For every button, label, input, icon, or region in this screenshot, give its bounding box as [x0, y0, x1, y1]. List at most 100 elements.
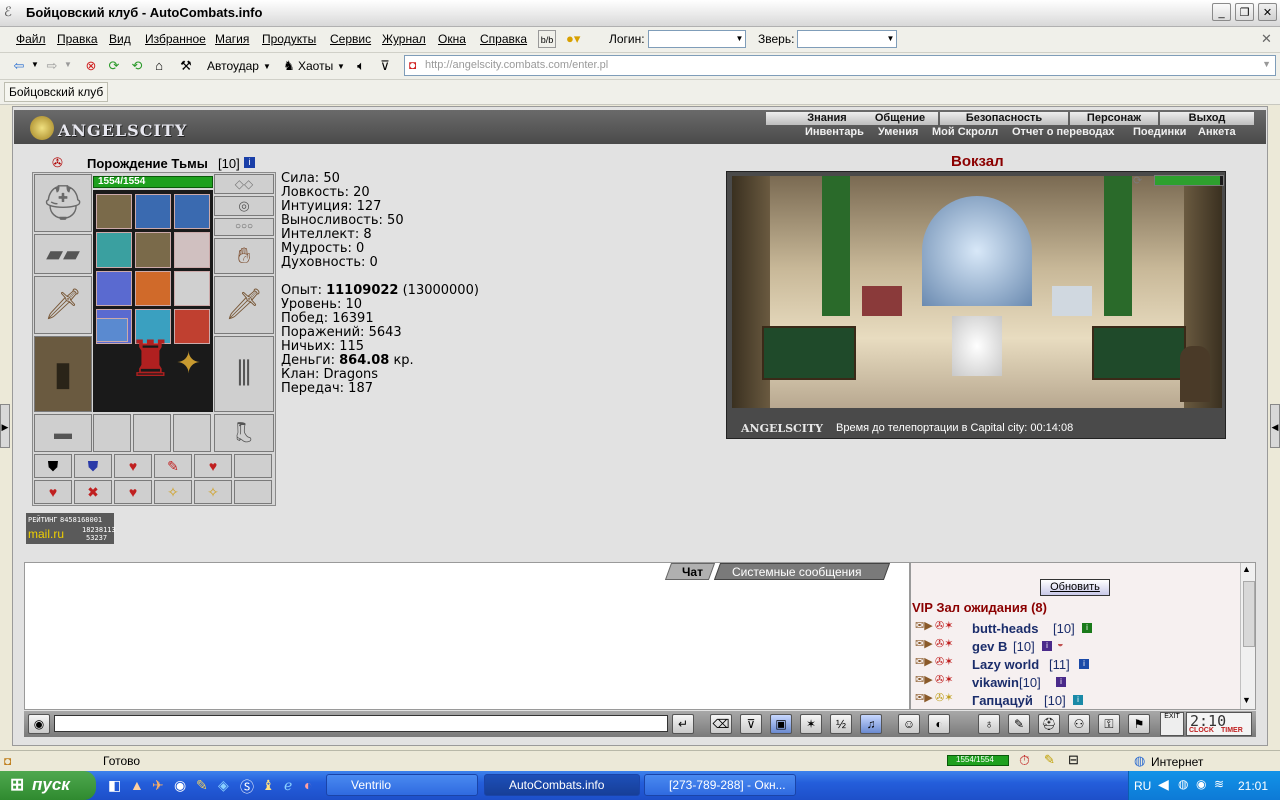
info-icon[interactable]: i — [1042, 641, 1052, 651]
quicklaunch-icon[interactable]: ▲ — [130, 777, 144, 793]
right-panel-toggle-icon[interactable]: ◀ — [1270, 404, 1280, 448]
nav-inventory[interactable]: Инвентарь — [805, 126, 864, 138]
scroll-up-icon[interactable]: ▲ — [1242, 564, 1251, 574]
eraser-icon[interactable]: ⌫ — [710, 714, 732, 734]
nav-character[interactable]: Персонаж — [1070, 112, 1158, 125]
refresh-icon[interactable]: ⟳ — [105, 57, 123, 75]
menu-edit[interactable]: Правка — [57, 32, 98, 46]
quicklaunch-icon[interactable]: ✈ — [152, 777, 164, 794]
forward-icon[interactable]: ⇨ — [43, 57, 61, 75]
chevron-down-icon[interactable]: ▼ — [263, 62, 271, 71]
refresh-frame-icon[interactable]: ⟲ — [128, 57, 146, 75]
network-icon[interactable]: ⊟ — [1068, 752, 1079, 768]
minimize-button[interactable]: _ — [1212, 3, 1231, 21]
filter-icon[interactable]: ⊽ — [740, 714, 762, 734]
empty-slot[interactable] — [234, 480, 272, 504]
location-image[interactable] — [732, 176, 1222, 408]
smiley-icon[interactable]: ☺ — [898, 714, 920, 734]
task-autocombats[interactable]: AutoCombats.info — [484, 774, 640, 796]
task-ventrilo[interactable]: Ventrilo — [326, 774, 478, 796]
cross-icon[interactable]: ✖ — [74, 480, 112, 504]
menu-products[interactable]: Продукты — [262, 32, 316, 46]
rings-slot[interactable]: ○○○ — [214, 218, 274, 236]
helmet-slot[interactable]: ⛑ — [34, 174, 92, 232]
quicklaunch-icon[interactable]: ◈ — [218, 777, 229, 794]
refresh-location-icon[interactable]: ⟳ — [1133, 174, 1142, 187]
music-icon[interactable]: ♫ — [860, 714, 882, 734]
chevron-down-icon[interactable]: ▼ — [1262, 59, 1271, 69]
heart-icon[interactable]: ♥ — [194, 454, 232, 478]
heart-icon[interactable]: ♥ — [114, 480, 152, 504]
rating-counter[interactable]: РЕЙТИНГ 8458168001 mail.ru 18238113 5323… — [26, 513, 116, 544]
belt-slot[interactable]: ▬ — [34, 414, 92, 452]
info-icon[interactable]: i — [1073, 695, 1083, 705]
nav-communication[interactable]: Общение — [862, 112, 938, 125]
legs-slot[interactable]: ⫴ — [214, 336, 274, 412]
info-icon[interactable]: i — [1082, 623, 1092, 633]
beast-select[interactable]: ▼ — [797, 30, 897, 48]
chevron-down-icon[interactable]: ▼ — [337, 62, 345, 71]
scroll-thumb[interactable] — [1243, 581, 1255, 647]
misc-slot[interactable] — [93, 414, 131, 452]
boots-slot[interactable]: 👢︎ — [214, 414, 274, 452]
menu-help[interactable]: Справка — [480, 32, 527, 46]
nav-security[interactable]: Безопасность — [940, 112, 1068, 125]
player-name[interactable]: vikawin — [972, 675, 1019, 690]
menu-service[interactable]: Сервис — [330, 32, 371, 46]
nav-battles[interactable]: Поединки — [1133, 126, 1186, 138]
haoty-button[interactable]: Хаоты — [298, 57, 333, 75]
menu-journal[interactable]: Журнал — [382, 32, 426, 46]
filter-icon[interactable]: ⊽ — [376, 57, 394, 75]
spell-slot[interactable] — [135, 232, 171, 268]
shield-icon[interactable]: ⛊ — [74, 454, 112, 478]
close-menubar-icon[interactable]: ✕ — [1261, 31, 1272, 47]
close-window-button[interactable]: ✕ — [1258, 3, 1277, 21]
login-select[interactable]: ▼ — [648, 30, 746, 48]
spell-slot[interactable] — [135, 194, 171, 230]
stat-clan[interactable]: Клан: Dragons — [281, 368, 378, 382]
private-message-icon[interactable]: ✉▶ — [915, 673, 933, 686]
door[interactable] — [1180, 346, 1210, 402]
potion-icon[interactable]: ♁ — [978, 714, 1000, 734]
menu-file[interactable]: Файл — [16, 32, 46, 46]
maximize-button[interactable]: ❐ — [1235, 3, 1254, 21]
quicklaunch-icon[interactable]: ◧ — [108, 777, 121, 794]
send-icon[interactable]: ↵ — [672, 714, 694, 734]
nav-profile[interactable]: Анкета — [1198, 126, 1236, 138]
armor-slot[interactable]: ▮ — [34, 336, 92, 412]
helmet-icon[interactable]: ⛑ — [1038, 714, 1060, 734]
address-bar[interactable]: ◘ http://angelscity.combats.com/enter.pl… — [404, 55, 1276, 76]
timer-label[interactable]: TIMER — [1221, 727, 1243, 734]
weapon-left-slot[interactable]: 🗡︎ — [34, 276, 92, 334]
quicklaunch-icon[interactable]: ◉ — [174, 777, 186, 794]
scroll-icon[interactable]: ✎ — [1008, 714, 1030, 734]
scroll-down-icon[interactable]: ▼ — [1242, 695, 1251, 705]
info-icon[interactable]: i — [1079, 659, 1089, 669]
character-name[interactable]: Порождение Тьмы — [87, 156, 208, 171]
private-message-icon[interactable]: ✉▶ — [915, 655, 933, 668]
spell-slot[interactable] — [96, 194, 132, 230]
tab-fightclub[interactable]: Бойцовский клуб — [4, 82, 109, 102]
spell-slot[interactable] — [135, 270, 171, 306]
info-icon[interactable]: i — [1056, 677, 1066, 687]
ie-icon[interactable]: ℯ — [284, 777, 292, 794]
exit-button[interactable]: EXIT — [1160, 712, 1184, 736]
tray-arrow-icon[interactable]: ◀ — [1158, 776, 1169, 793]
amulet-slot[interactable]: ◎ — [214, 196, 274, 216]
bb-icon[interactable]: b/b — [538, 30, 556, 48]
fight-icon[interactable]: ✶ — [800, 714, 822, 734]
menu-windows[interactable]: Окна — [438, 32, 466, 46]
back-icon[interactable]: ⇦ — [10, 57, 28, 75]
nav-transfers-report[interactable]: Отчет о переводах — [1012, 126, 1115, 138]
skype-icon[interactable]: Ⓢ — [240, 777, 254, 797]
tray-clock[interactable]: 21:01 — [1238, 779, 1268, 793]
spell-slot[interactable] — [96, 232, 132, 268]
spell-slot[interactable] — [174, 232, 210, 268]
player-name[interactable]: Гапцацуй — [972, 693, 1033, 708]
heart-icon[interactable]: ♥ — [114, 454, 152, 478]
haoty-icon[interactable]: ♞ — [280, 57, 298, 75]
player-name[interactable]: butt-heads — [972, 621, 1038, 636]
clock-icon[interactable]: ⏱ — [1019, 752, 1030, 769]
bracers-slot[interactable]: ▰▰ — [34, 234, 92, 274]
wings-icon[interactable]: ✧ — [194, 480, 232, 504]
